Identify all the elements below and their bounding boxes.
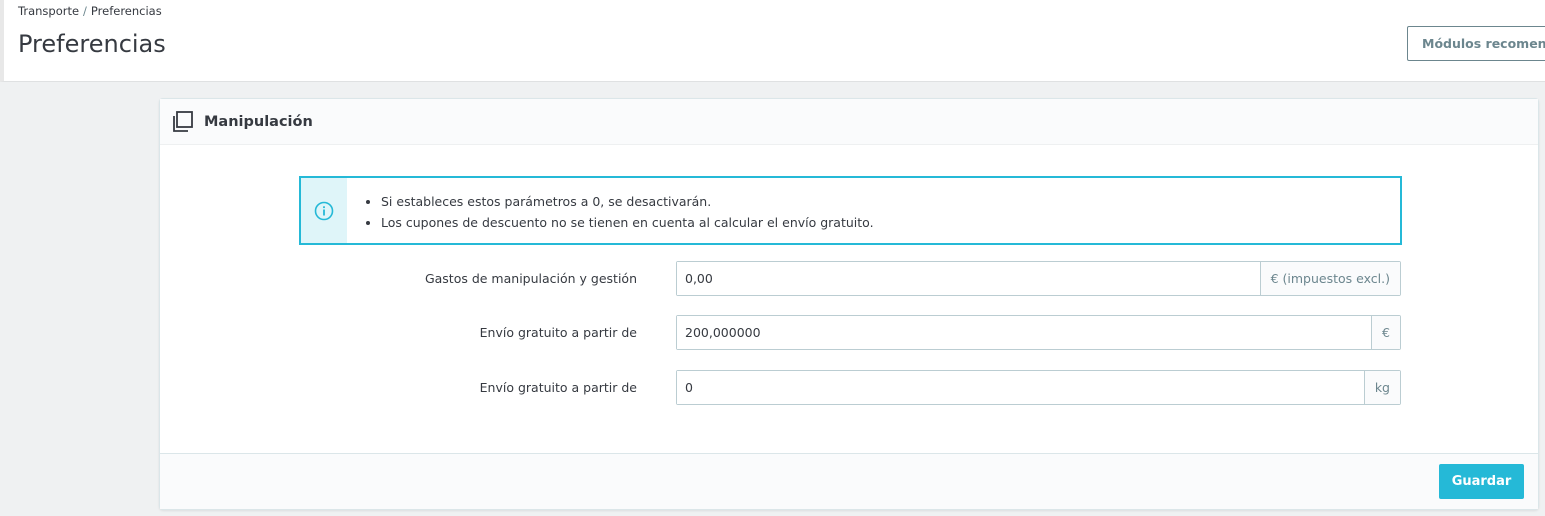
panel-title: Manipulación (204, 113, 313, 130)
free-shipping-price-addon: € (1371, 316, 1400, 349)
form-row-free-shipping-price: Envío gratuito a partir de € (160, 315, 1540, 350)
form-row-handling-charges: Gastos de manipulación y gestión € (impu… (160, 261, 1540, 296)
alert-message-list: Si estableces estos parámetros a 0, se d… (347, 178, 874, 243)
alert-item: Los cupones de descuento no se tienen en… (381, 212, 874, 233)
info-alert: Si estableces estos parámetros a 0, se d… (299, 176, 1402, 245)
copy-icon (173, 110, 193, 132)
form-row-free-shipping-weight: Envío gratuito a partir de kg (160, 370, 1540, 405)
breadcrumb-current: Preferencias (90, 4, 162, 18)
alert-icon-container (301, 178, 347, 243)
free-shipping-weight-addon: kg (1363, 371, 1400, 404)
free-shipping-price-input[interactable] (677, 316, 1372, 349)
page-header: Transporte / Preferencias Preferencias Mód… (0, 0, 1545, 82)
handling-charges-input[interactable] (677, 262, 1260, 295)
save-button[interactable]: Guardar (1439, 464, 1524, 499)
recommended-modules-button[interactable]: Módulos recomendados (1407, 26, 1545, 61)
panel-footer: Guardar (160, 453, 1538, 509)
panel-heading: Manipulación (160, 99, 1538, 145)
breadcrumb: Transporte / Preferencias (18, 4, 162, 18)
handling-panel: Manipulación Si estableces estos parámet… (159, 98, 1539, 510)
info-circle-icon (314, 201, 334, 220)
alert-item: Si estableces estos parámetros a 0, se d… (381, 191, 874, 212)
handling-charges-input-group: € (impuestos excl.) (676, 261, 1401, 296)
free-shipping-price-input-group: € (676, 315, 1401, 350)
page-title: Preferencias (18, 30, 166, 58)
free-shipping-weight-label: Envío gratuito a partir de (479, 380, 637, 395)
handling-charges-label: Gastos de manipulación y gestión (424, 271, 637, 286)
free-shipping-weight-input-group: kg (676, 370, 1401, 405)
breadcrumb-separator: / (83, 4, 87, 18)
breadcrumb-parent[interactable]: Transporte (18, 4, 79, 18)
handling-charges-addon: € (impuestos excl.) (1259, 262, 1400, 295)
free-shipping-price-label: Envío gratuito a partir de (479, 325, 637, 340)
free-shipping-weight-input[interactable] (677, 371, 1364, 404)
